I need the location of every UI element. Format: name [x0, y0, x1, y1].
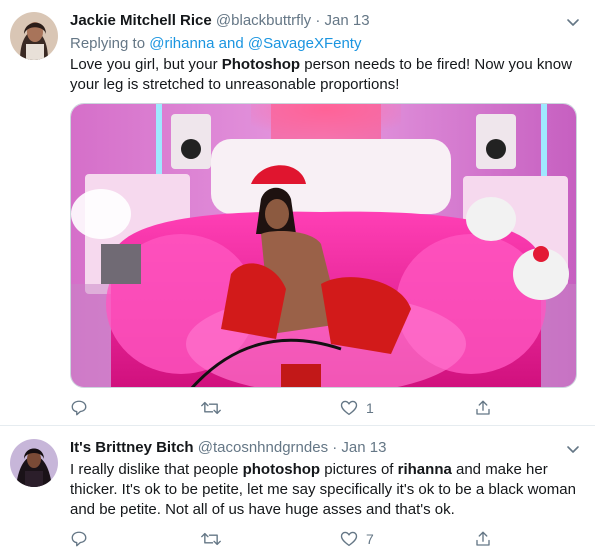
text-part: Love you girl, but your: [70, 56, 222, 73]
retweet-icon: [201, 532, 221, 546]
timestamp[interactable]: Jan 13: [325, 12, 370, 29]
text-part: pictures of: [320, 461, 398, 478]
replying-to: Replying to @rihanna and @SavageXFenty: [70, 34, 361, 54]
retweet-icon: [201, 401, 221, 415]
tweet[interactable]: It's Brittney Bitch @tacosnhndgrndes · J…: [0, 427, 595, 556]
handle[interactable]: @tacosnhndgrndes: [198, 439, 328, 456]
timestamp[interactable]: Jan 13: [341, 439, 386, 456]
separator: ·: [315, 12, 321, 29]
display-name[interactable]: Jackie Mitchell Rice: [70, 12, 212, 29]
like-icon: [340, 531, 358, 547]
tweet-actions: 1: [70, 398, 510, 418]
chevron-down-icon[interactable]: [565, 441, 581, 457]
tweet-text: I really dislike that people photoshop p…: [70, 460, 580, 520]
tweet-image[interactable]: [70, 103, 577, 388]
reply-button[interactable]: [70, 398, 96, 418]
share-icon: [476, 531, 490, 546]
avatar[interactable]: [10, 12, 58, 60]
share-button[interactable]: [474, 529, 492, 549]
text-bold: rihanna: [397, 461, 452, 478]
replying-prefix: Replying to: [70, 35, 146, 52]
like-icon: [340, 400, 358, 416]
tweet-header: Jackie Mitchell Rice @blackbuttrfly · Ja…: [70, 11, 370, 31]
like-count: 7: [366, 531, 374, 547]
tweet-actions: 7: [70, 529, 510, 549]
reply-icon: [71, 531, 87, 547]
retweet-button[interactable]: [201, 398, 229, 418]
display-name[interactable]: It's Brittney Bitch: [70, 439, 194, 456]
text-bold: Photoshop: [221, 56, 301, 73]
like-button[interactable]: 7: [340, 529, 374, 549]
like-button[interactable]: 1: [340, 398, 374, 418]
like-count: 1: [366, 400, 374, 416]
tweet[interactable]: Jackie Mitchell Rice @blackbuttrfly · Ja…: [0, 0, 595, 426]
retweet-button[interactable]: [201, 529, 229, 549]
share-button[interactable]: [474, 398, 492, 418]
reply-icon: [71, 400, 87, 416]
handle[interactable]: @blackbuttrfly: [216, 12, 311, 29]
tweet-header: It's Brittney Bitch @tacosnhndgrndes · J…: [70, 438, 386, 458]
separator: ·: [332, 439, 338, 456]
tweet-text: Love you girl, but your Photoshop person…: [70, 55, 585, 95]
replying-mentions[interactable]: @rihanna and @SavageXFenty: [149, 35, 361, 52]
text-bold: photoshop: [242, 461, 321, 478]
avatar[interactable]: [10, 439, 58, 487]
reply-button[interactable]: [70, 529, 88, 549]
chevron-down-icon[interactable]: [565, 14, 581, 30]
share-icon: [476, 400, 490, 415]
text-part: I really dislike that people: [70, 461, 243, 478]
